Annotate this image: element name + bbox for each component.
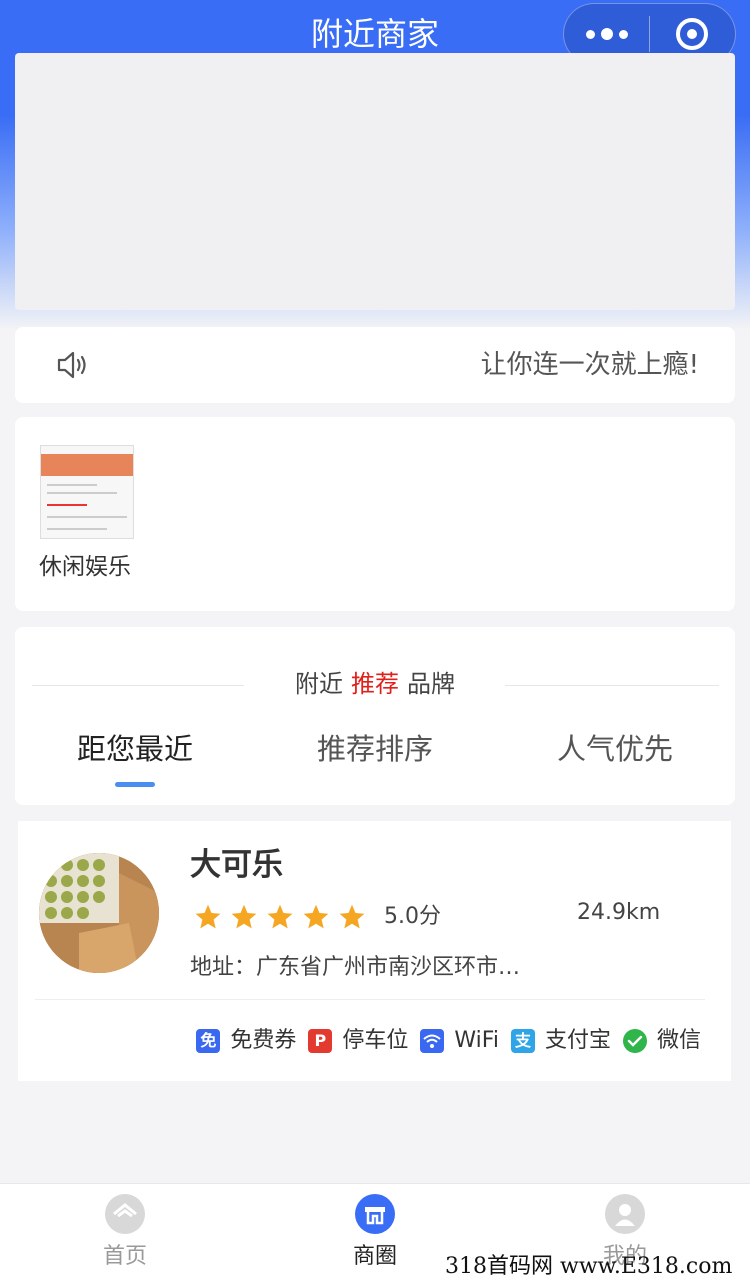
target-icon bbox=[676, 18, 709, 50]
wifi-icon bbox=[420, 1029, 445, 1053]
star-icon bbox=[303, 904, 329, 929]
shop-avatar bbox=[39, 853, 159, 973]
rating-stars bbox=[194, 903, 366, 931]
feature-label: 支付宝 bbox=[544, 1028, 611, 1053]
tab-recommended[interactable]: 推荐排序 bbox=[255, 728, 495, 770]
category-panel: 休闲娱乐 bbox=[15, 417, 735, 611]
category-item-leisure[interactable]: 休闲娱乐 bbox=[39, 445, 135, 583]
section-title: 附近 推荐 品牌 bbox=[295, 670, 455, 698]
star-icon bbox=[267, 904, 293, 929]
tab-nearest[interactable]: 距您最近 bbox=[15, 728, 255, 770]
alipay-icon: 支 bbox=[510, 1029, 535, 1053]
home-icon bbox=[105, 1194, 145, 1234]
profile-icon bbox=[605, 1194, 645, 1234]
tabbar-item-district[interactable]: 商圈 bbox=[315, 1194, 435, 1274]
shop-card[interactable]: 大可乐 5.0分 24.9km 地址：广东省广州市南沙区环市… 免 免费券 P … bbox=[18, 821, 731, 1081]
feature-list: 免 免费券 P 停车位 WiFi 支 支付宝 微信 bbox=[196, 1025, 701, 1057]
coupon-icon: 免 bbox=[196, 1029, 221, 1053]
feature-wifi: WiFi bbox=[420, 1025, 499, 1057]
notice-bar[interactable]: 让你连一次就上瘾! bbox=[15, 327, 735, 403]
star-icon bbox=[339, 904, 365, 929]
dot-icon bbox=[618, 29, 628, 39]
tabbar-label: 商圈 bbox=[352, 1244, 397, 1269]
feature-parking: P 停车位 bbox=[308, 1025, 408, 1057]
tabbar-label: 首页 bbox=[102, 1244, 147, 1269]
speaker-icon bbox=[57, 351, 86, 379]
active-tab-indicator bbox=[115, 782, 155, 787]
category-thumbnail bbox=[40, 445, 134, 539]
watermark: 318首码网 www.E318.com bbox=[445, 1254, 733, 1279]
card-divider bbox=[35, 999, 705, 1000]
rating-score: 5.0分 bbox=[384, 904, 441, 929]
shop-address: 地址：广东省广州市南沙区环市… bbox=[190, 955, 521, 980]
banner-carousel[interactable] bbox=[15, 53, 735, 310]
feature-coupon: 免 免费券 bbox=[196, 1025, 296, 1057]
shop-district-icon bbox=[355, 1194, 395, 1234]
tab-popular[interactable]: 人气优先 bbox=[495, 728, 735, 770]
shop-name: 大可乐 bbox=[190, 847, 283, 883]
notice-text: 让你连一次就上瘾! bbox=[480, 350, 699, 380]
category-label: 休闲娱乐 bbox=[39, 554, 131, 580]
feature-wechat: 微信 bbox=[622, 1025, 701, 1057]
sort-panel: 附近 推荐 品牌 距您最近 推荐排序 人气优先 bbox=[15, 627, 735, 805]
dot-icon bbox=[585, 29, 595, 39]
feature-label: WiFi bbox=[454, 1028, 499, 1053]
feature-label: 微信 bbox=[656, 1028, 701, 1053]
feature-label: 停车位 bbox=[342, 1028, 409, 1053]
dot-icon bbox=[600, 28, 613, 40]
feature-alipay: 支 支付宝 bbox=[510, 1025, 611, 1057]
feature-label: 免费券 bbox=[230, 1028, 297, 1053]
tabbar-item-home[interactable]: 首页 bbox=[65, 1194, 185, 1274]
star-icon bbox=[195, 904, 221, 929]
parking-icon: P bbox=[308, 1029, 333, 1053]
wechat-icon bbox=[622, 1029, 647, 1053]
shop-distance: 24.9km bbox=[577, 900, 661, 925]
star-icon bbox=[231, 904, 257, 929]
